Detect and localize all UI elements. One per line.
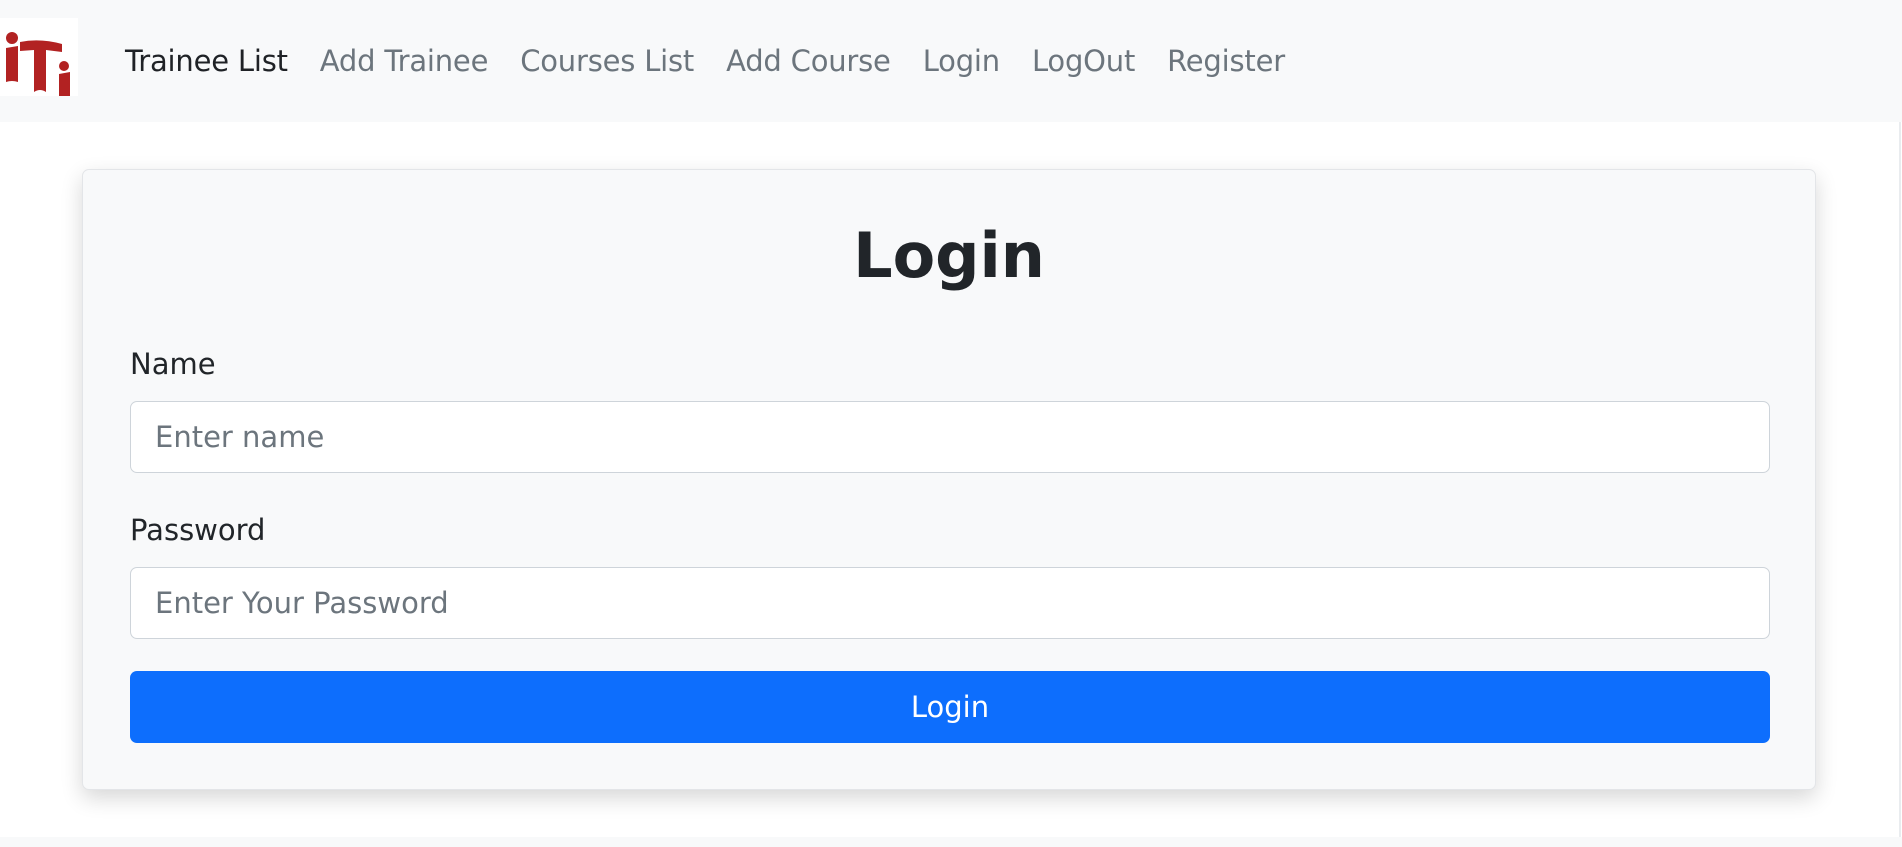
login-card: Login Name Password Login — [82, 169, 1816, 790]
nav-link-trainee-list[interactable]: Trainee List — [125, 44, 288, 78]
nav-link-courses-list[interactable]: Courses List — [520, 44, 694, 78]
iti-logo-icon — [6, 32, 70, 96]
name-label: Name — [130, 347, 216, 381]
login-button[interactable]: Login — [130, 671, 1770, 743]
page-bottom-strip — [0, 837, 1902, 847]
iti-logo[interactable] — [0, 18, 78, 96]
password-input[interactable] — [130, 567, 1770, 639]
password-label: Password — [130, 513, 266, 547]
nav-link-add-trainee[interactable]: Add Trainee — [320, 44, 489, 78]
scroll-edge — [1899, 122, 1901, 837]
name-input[interactable] — [130, 401, 1770, 473]
nav-link-login[interactable]: Login — [923, 44, 1000, 78]
nav-link-logout[interactable]: LogOut — [1032, 44, 1135, 78]
nav-link-add-course[interactable]: Add Course — [726, 44, 891, 78]
nav-link-register[interactable]: Register — [1167, 44, 1285, 78]
nav-links: Trainee List Add Trainee Courses List Ad… — [125, 0, 1317, 122]
navbar: Trainee List Add Trainee Courses List Ad… — [0, 0, 1902, 122]
login-title: Login — [853, 219, 1045, 292]
